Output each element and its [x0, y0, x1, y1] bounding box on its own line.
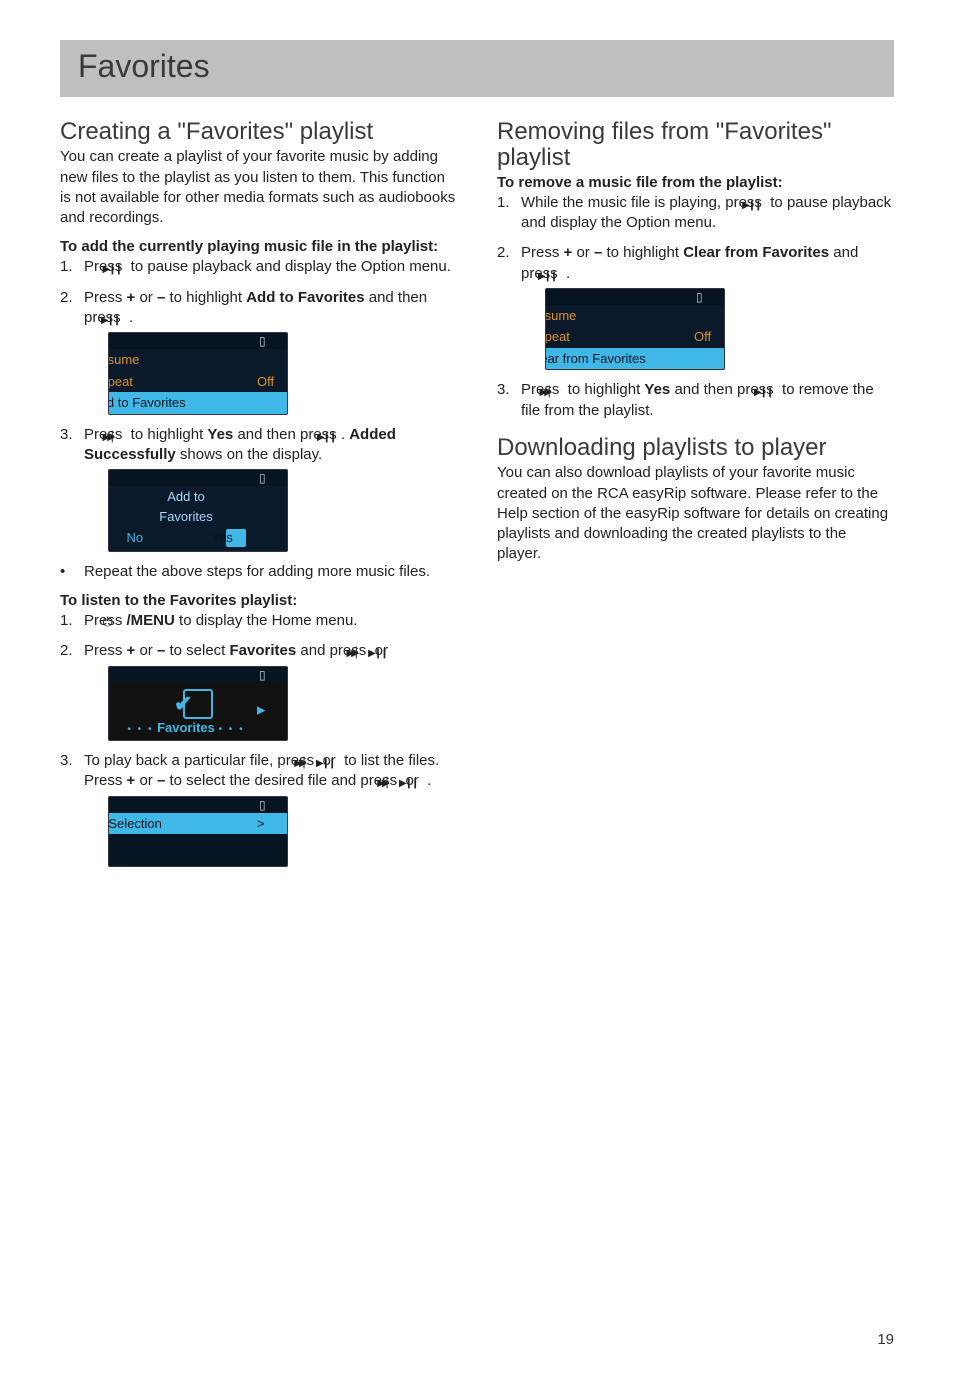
- text: to select: [165, 642, 229, 659]
- heading-download: Downloading playlists to player: [497, 435, 894, 461]
- device-screen-option-add: Resume RepeatOff Add to Favorites: [108, 332, 288, 415]
- subhead-listen: To listen to the Favorites playlist:: [60, 592, 457, 609]
- device-screen-file-list: MySelection>: [108, 796, 288, 868]
- text: or: [135, 289, 157, 306]
- text: or: [572, 244, 594, 261]
- dialog-yes: Yes: [226, 529, 246, 547]
- dots-right: • • •: [219, 724, 245, 735]
- bold: Add to Favorites: [246, 289, 364, 306]
- para-create-playlist: You can create a playlist of your favori…: [60, 147, 457, 228]
- text: to select the desired file and press: [165, 772, 401, 789]
- device-screen-option-clear: Resume RepeatOff Clear from Favorites: [545, 288, 725, 371]
- dots-left: • • •: [127, 724, 153, 735]
- menu-resume: Resume: [552, 307, 576, 325]
- plus: +: [127, 289, 136, 306]
- step-listen-3: 3.To play back a particular file, press …: [60, 751, 457, 867]
- dialog-line1: Add to: [109, 486, 287, 508]
- title-band: Favorites: [60, 40, 894, 97]
- text: to pause playback and display the Option…: [127, 258, 451, 275]
- check-icon: ✔: [183, 689, 213, 719]
- text: .: [341, 426, 349, 443]
- steps-listen: 1.Press /MENU to display the Home menu. …: [60, 611, 457, 867]
- text: .: [125, 309, 133, 326]
- menu-add-favorites: Add to Favorites: [115, 394, 186, 412]
- plus: +: [564, 244, 573, 261]
- text: .: [423, 772, 431, 789]
- menu-repeat: Repeat: [115, 373, 133, 391]
- page: Favorites Creating a "Favorites" playlis…: [0, 0, 954, 1374]
- bullet-repeat-item: •Repeat the above steps for adding more …: [60, 562, 457, 582]
- subhead-remove: To remove a music file from the playlist…: [497, 174, 894, 191]
- heading-remove: Removing files from "Favorites" playlist: [497, 119, 894, 172]
- bold: Clear from Favorites: [683, 244, 829, 261]
- plus: +: [127, 772, 136, 789]
- page-number: 19: [877, 1331, 894, 1348]
- text: Press: [521, 244, 564, 261]
- bullet-repeat: •Repeat the above steps for adding more …: [60, 562, 457, 582]
- left-column: Creating a "Favorites" playlist You can …: [60, 113, 457, 877]
- step-add-3: 3.Press to highlight Yes and then press …: [60, 425, 457, 552]
- steps-add: 1.Press to pause playback and display th…: [60, 257, 457, 552]
- steps-remove: 1.While the music file is playing, press…: [497, 193, 894, 421]
- text: Repeat the above steps for adding more m…: [84, 563, 430, 580]
- heading-create-playlist: Creating a "Favorites" playlist: [60, 119, 457, 145]
- step-add-2: 2.Press + or – to highlight Add to Favor…: [60, 288, 457, 415]
- menu-resume: Resume: [115, 351, 139, 369]
- device-screen-favorites-home: ✔ ▶ • • • Favorites • • •: [108, 666, 288, 742]
- step-remove-1: 1.While the music file is playing, press…: [497, 193, 894, 234]
- para-download: You can also download playlists of your …: [497, 463, 894, 564]
- step-listen-1: 1.Press /MENU to display the Home menu.: [60, 611, 457, 631]
- dialog-line2: Favorites: [109, 506, 287, 528]
- subhead-add-current: To add the currently playing music file …: [60, 238, 457, 255]
- step-remove-2: 2.Press + or – to highlight Clear from F…: [497, 243, 894, 370]
- text: to highlight: [602, 244, 683, 261]
- text: to highlight: [165, 289, 246, 306]
- columns: Creating a "Favorites" playlist You can …: [60, 113, 894, 877]
- text: shows on the display.: [176, 446, 322, 463]
- bold: Yes: [644, 381, 670, 398]
- text: Press: [84, 642, 127, 659]
- text: While the music file is playing, press: [521, 194, 766, 211]
- bold: Yes: [207, 426, 233, 443]
- text: or: [135, 642, 157, 659]
- step-add-1: 1.Press to pause playback and display th…: [60, 257, 457, 277]
- text: or: [135, 772, 157, 789]
- step-listen-2: 2.Press + or – to select Favorites and p…: [60, 641, 457, 741]
- page-title: Favorites: [78, 48, 876, 85]
- menu-clear-favorites: Clear from Favorites: [552, 350, 646, 368]
- text: To play back a particular file, press: [84, 752, 318, 769]
- text: to highlight: [127, 426, 208, 443]
- right-column: Removing files from "Favorites" playlist…: [497, 113, 894, 877]
- text: .: [562, 265, 570, 282]
- step-remove-3: 3.Press to highlight Yes and then press …: [497, 380, 894, 421]
- text: to display the Home menu.: [175, 612, 358, 629]
- list-item-name: MySelection: [115, 815, 162, 833]
- text: Press: [84, 289, 127, 306]
- device-screen-add-confirm: Add to Favorites No Yes: [108, 469, 288, 552]
- bold: Favorites: [230, 642, 297, 659]
- bold: /MENU: [127, 612, 175, 629]
- menu-repeat: Repeat: [552, 328, 570, 346]
- text: to highlight: [564, 381, 645, 398]
- plus: +: [127, 642, 136, 659]
- favorites-label: Favorites: [157, 720, 215, 735]
